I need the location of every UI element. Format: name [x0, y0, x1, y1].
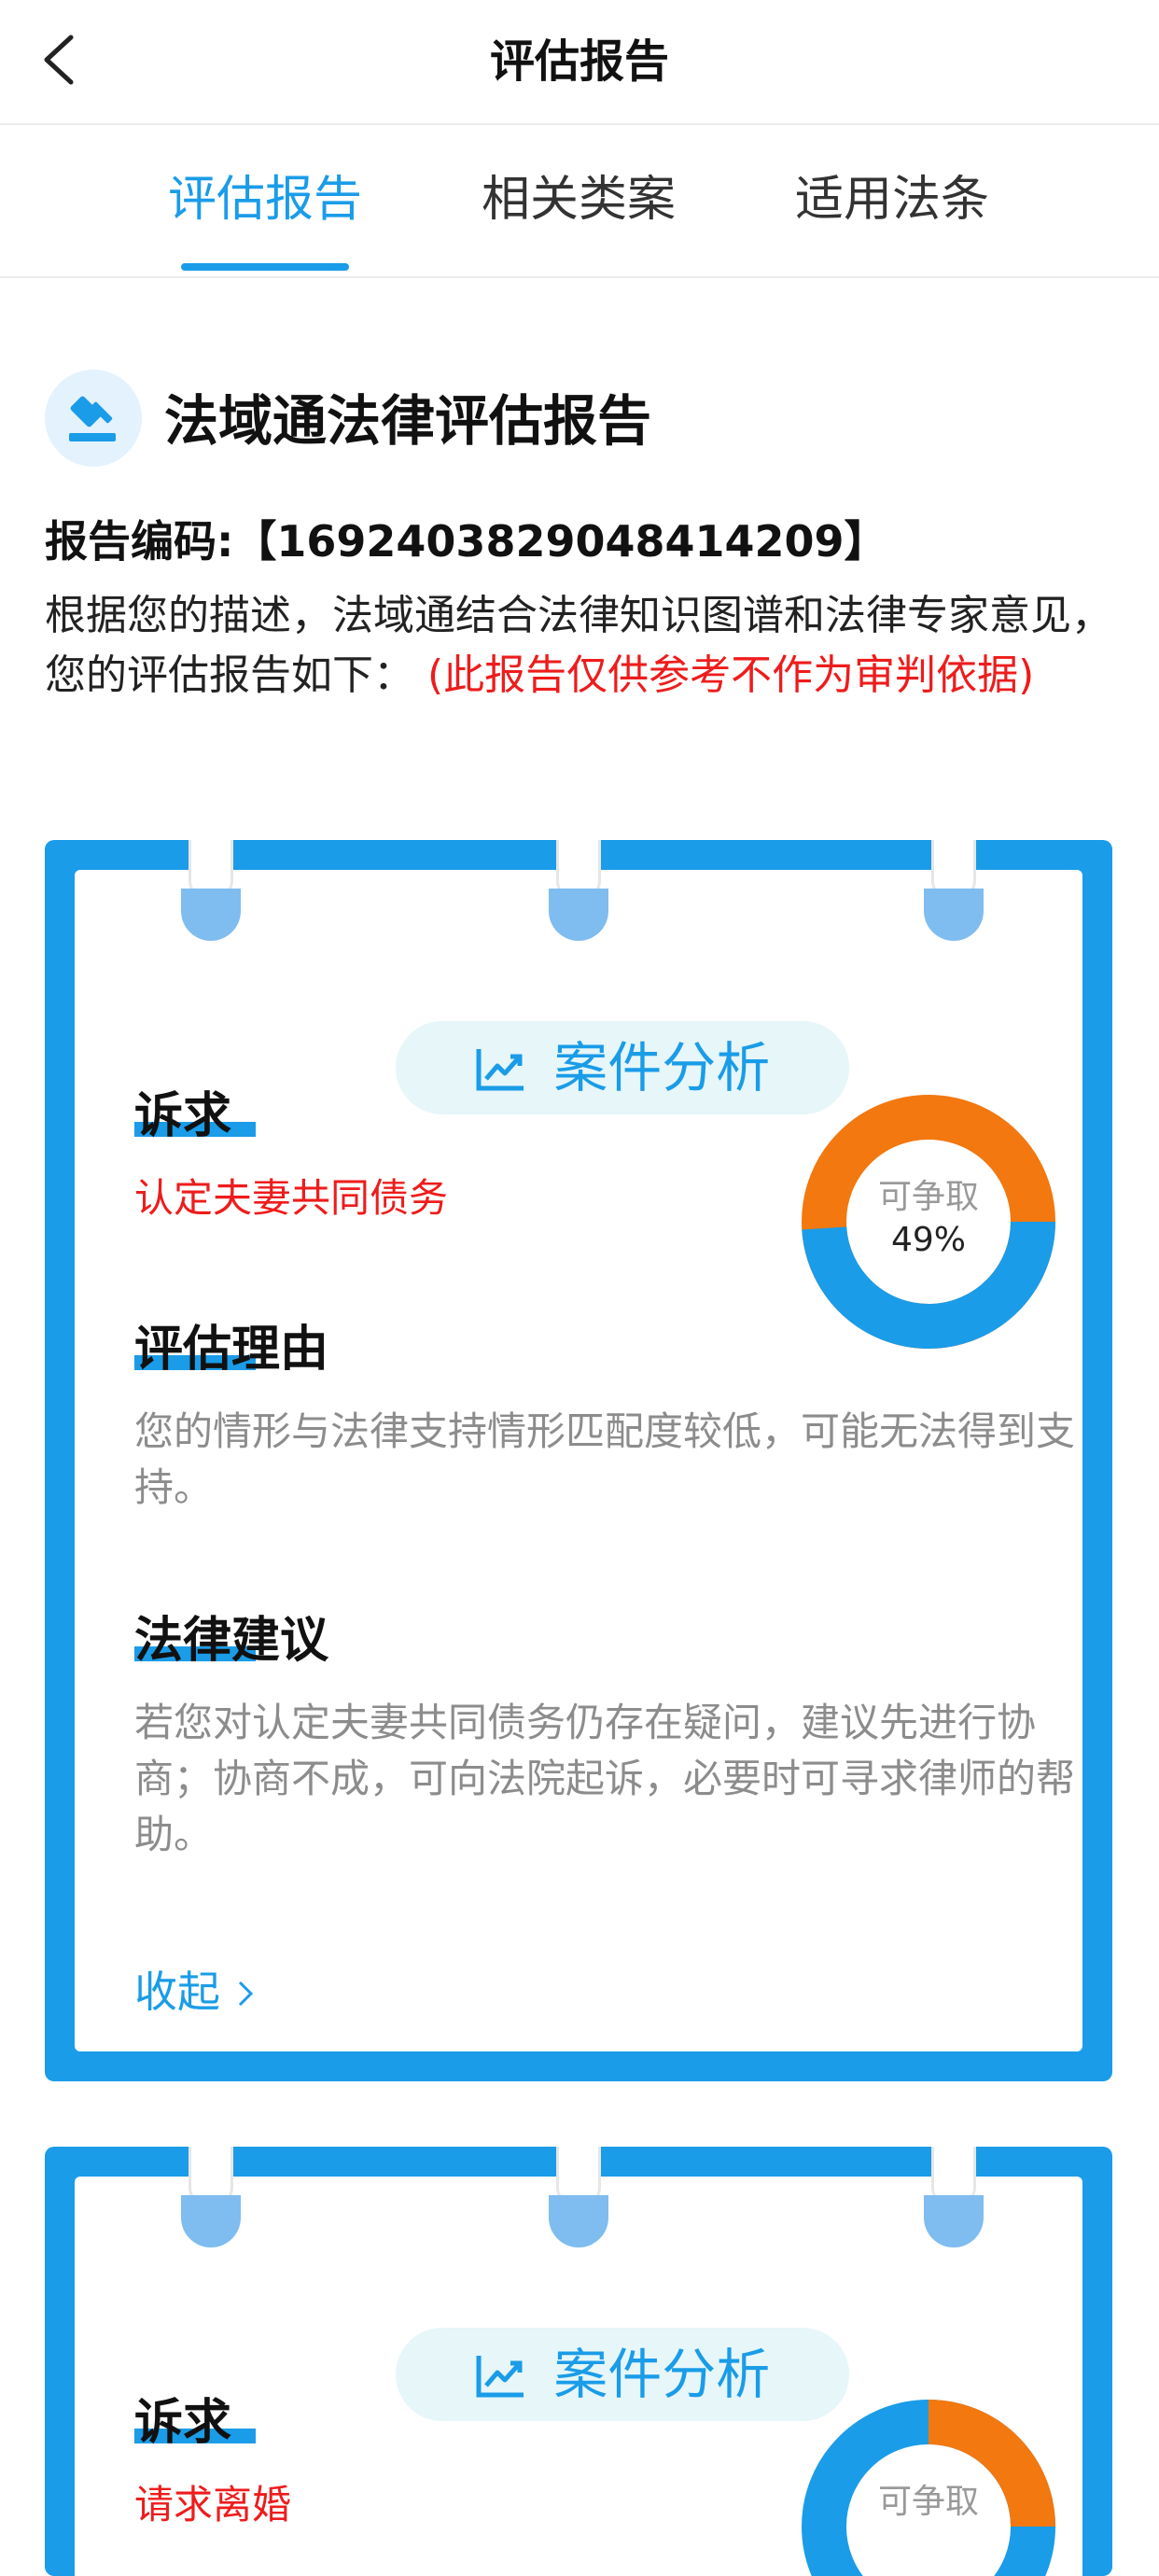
tab-bar: 评估报告 相关类案 适用法条	[0, 125, 1159, 278]
reason-text: 您的情形与法律支持情形匹配度较低，可能无法得到支持。	[134, 1408, 1076, 1510]
binder-ring	[181, 2147, 241, 2249]
donut-label: 可争取	[877, 2483, 979, 2521]
badge-label: 案件分析	[553, 2343, 771, 2406]
binder-ring	[549, 840, 608, 943]
gavel-icon	[45, 370, 142, 467]
analysis-card-body: 案件分析 诉求 认定夫妻共同债务 可争取 49% 评估理由 您的情形与法律支持情…	[75, 870, 1082, 2051]
badge-label: 案件分析	[553, 1036, 771, 1099]
binder-ring	[181, 840, 241, 943]
binder-ring	[924, 840, 984, 943]
analysis-card: 案件分析 诉求 认定夫妻共同债务 可争取 49% 评估理由 您的情形与法律支持情…	[45, 840, 1112, 2081]
case-analysis-badge: 案件分析	[396, 2328, 849, 2421]
advice-text: 若您对认定夫妻共同债务仍存在疑问，建议先进行协商；协商不成，可向法院起诉，必要时…	[134, 1700, 1076, 1857]
active-tab-indicator	[181, 263, 349, 271]
success-rate-donut: 可争取	[793, 2391, 1064, 2576]
claim-title: 诉求	[134, 1086, 256, 1146]
report-title: 法域通法律评估报告	[164, 389, 652, 453]
tab-similar-cases[interactable]: 相关类案	[467, 125, 691, 276]
binder-ring	[549, 2147, 608, 2249]
success-rate-donut: 可争取 49%	[793, 1086, 1064, 1357]
report-code: 报告编码:【1692403829048414209】	[45, 516, 887, 567]
collapse-link[interactable]: 收起	[134, 1964, 257, 2020]
nav-bar: 评估报告	[0, 0, 1159, 125]
binder-ring	[924, 2147, 984, 2249]
advice-title: 法律建议	[134, 1613, 329, 1669]
trend-chart-icon	[476, 2356, 524, 2398]
page-title: 评估报告	[489, 35, 669, 88]
donut-percent: 49%	[890, 1221, 966, 1259]
tab-report[interactable]: 评估报告	[153, 125, 377, 276]
claim-title: 诉求	[134, 2393, 256, 2453]
claim-value: 请求离婚	[134, 2482, 292, 2527]
chevron-right-icon	[238, 1981, 253, 2007]
collapse-label: 收起	[134, 1967, 220, 2017]
donut-label: 可争取	[877, 1178, 979, 1216]
analysis-card: 案件分析 诉求 请求离婚 可争取	[45, 2147, 1112, 2576]
claim-value: 认定夫妻共同债务	[134, 1175, 449, 1221]
case-analysis-badge: 案件分析	[396, 1021, 849, 1114]
disclaimer-text: (此报告仅供参考不作为审判依据)	[427, 651, 1035, 699]
report-intro: 根据您的描述，法域通结合法律知识图谱和法律专家意见，您的评估报告如下： (此报告…	[45, 586, 1118, 706]
tab-applicable-laws[interactable]: 适用法条	[780, 125, 1004, 276]
trend-chart-icon	[476, 1049, 524, 1091]
reason-title: 评估理由	[134, 1322, 329, 1378]
